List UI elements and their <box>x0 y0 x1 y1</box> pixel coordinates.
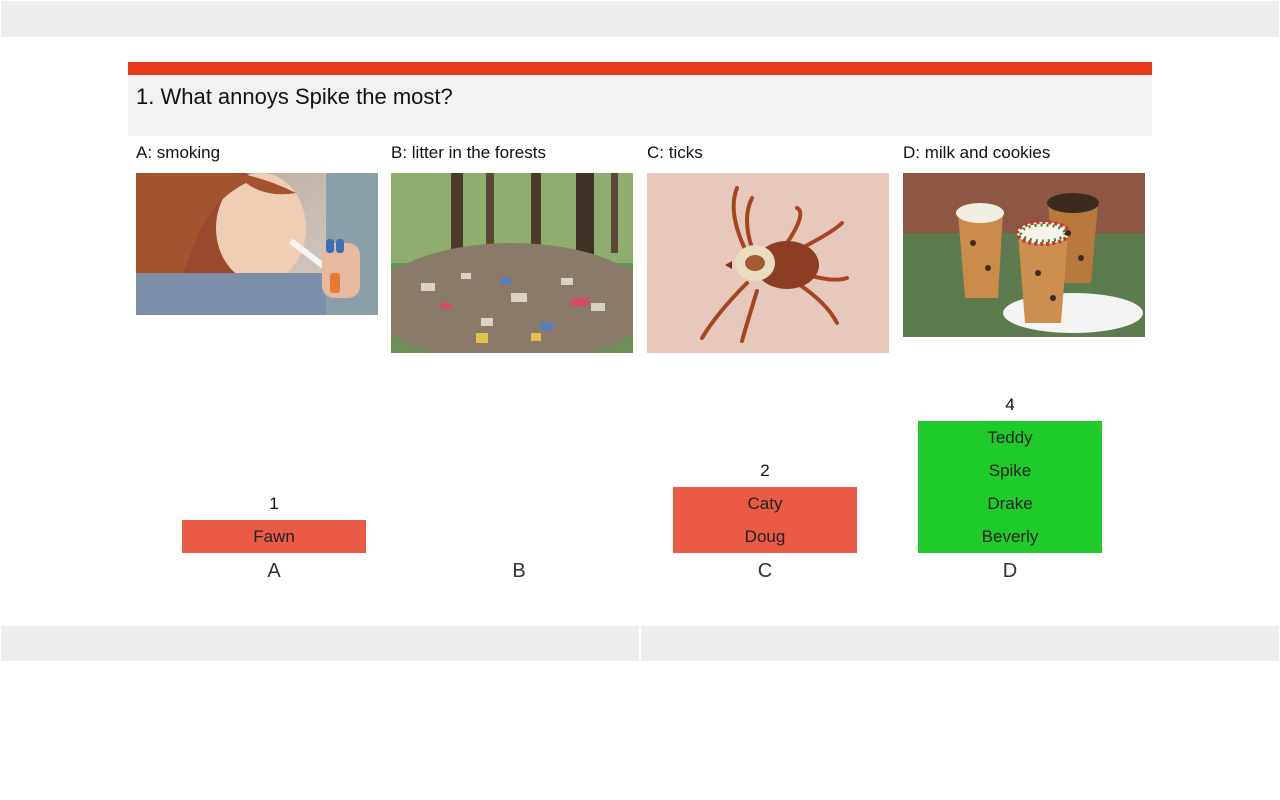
result-bar-a: Fawn <box>182 520 366 553</box>
voter-name: Caty <box>747 494 783 513</box>
question-accent-bar <box>128 62 1152 75</box>
voter-name: Beverly <box>981 527 1039 546</box>
option-a-label: A: smoking <box>136 143 221 162</box>
option-c-image <box>647 173 889 353</box>
option-b-label: B: litter in the forests <box>391 143 546 162</box>
option-c-label: C: ticks <box>647 143 703 162</box>
question-title: 1. What annoys Spike the most? <box>136 84 453 109</box>
category-label-c: C <box>757 560 773 582</box>
result-bar-d: Teddy Spike Drake Beverly <box>918 421 1102 553</box>
question-card: 1. What annoys Spike the most? <box>128 62 1152 136</box>
footer-left-panel <box>1 626 639 661</box>
category-label-d: D <box>1002 560 1018 582</box>
voter-name: Doug <box>744 527 786 546</box>
footer-right-panel <box>641 626 1279 661</box>
vote-count-a: 1 <box>269 494 279 513</box>
voter-name: Fawn <box>253 527 295 546</box>
category-label-a: A <box>267 560 281 582</box>
vote-count-c: 2 <box>760 461 770 480</box>
vote-count-d: 4 <box>1005 395 1015 414</box>
option-d-label: D: milk and cookies <box>903 143 1051 162</box>
option-a-image <box>136 173 378 315</box>
option-d-image <box>903 173 1145 337</box>
category-label-b: B <box>512 560 526 582</box>
quiz-results-page: 1. What annoys Spike the most? A: smokin… <box>0 0 1280 800</box>
top-toolbar <box>1 1 1279 37</box>
option-b-image <box>391 173 633 353</box>
voter-name: Spike <box>988 461 1032 480</box>
voter-name: Drake <box>987 494 1033 513</box>
result-bar-c: Caty Doug <box>673 487 857 553</box>
voter-name: Teddy <box>987 428 1033 447</box>
